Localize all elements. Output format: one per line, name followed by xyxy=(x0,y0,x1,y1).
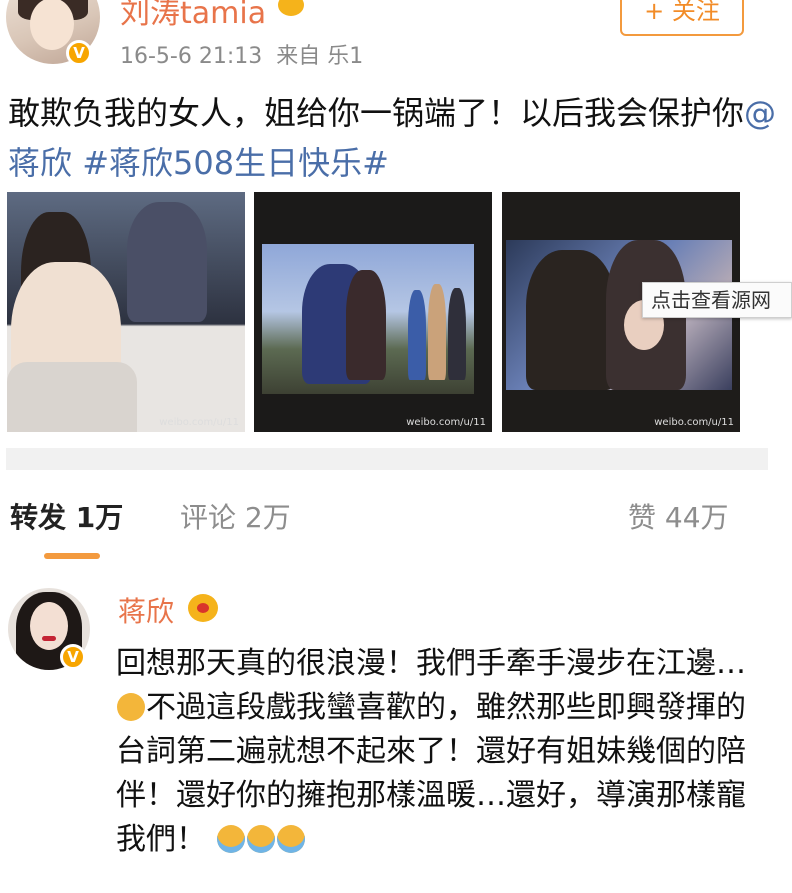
comment-author-name[interactable]: 蒋欣 xyxy=(118,590,174,630)
tab-comment[interactable]: 评论 2万 xyxy=(180,496,291,536)
tab-forward[interactable]: 转发 1万 xyxy=(10,496,123,536)
figure-shape xyxy=(7,362,137,432)
active-tab-indicator xyxy=(44,553,100,559)
sleepy-emoji-icon xyxy=(117,693,145,721)
post-image-1[interactable]: weibo.com/u/11 xyxy=(7,192,245,432)
avatar-face xyxy=(30,602,68,650)
view-source-tooltip[interactable]: 点击查看源网 xyxy=(642,282,792,318)
figure-shape xyxy=(127,202,207,322)
comment-text-part1: 回想那天真的很浪漫！我們手牽手漫步在江邊… xyxy=(116,646,746,681)
avatar-lips xyxy=(42,636,56,641)
figure-shape xyxy=(526,250,616,390)
crying-emoji-icon xyxy=(246,825,275,853)
post-image-2[interactable]: weibo.com/u/11 xyxy=(254,192,492,432)
figure-shape xyxy=(448,288,466,380)
post-source: 来自 乐1 xyxy=(276,44,364,69)
crying-emoji-icon xyxy=(216,825,245,853)
image-watermark: weibo.com/u/11 xyxy=(159,417,239,428)
hashtag-link[interactable]: #蒋欣508生日快乐# xyxy=(72,144,389,182)
figure-shape xyxy=(408,290,426,380)
post-text-main: 敢欺负我的女人，姐给你一锅端了！以后我会保护你 xyxy=(8,94,745,132)
follow-button[interactable]: + 关注 xyxy=(620,0,744,36)
post-text: 敢欺负我的女人，姐给你一锅端了！以后我会保护你@蒋欣 #蒋欣508生日快乐# xyxy=(8,88,778,188)
tv-screen xyxy=(262,244,474,394)
figure-shape xyxy=(346,270,386,380)
crown-icon xyxy=(188,594,218,622)
comment-text: 回想那天真的很浪漫！我們手牽手漫步在江邊… 不過這段戲我蠻喜歡的，雖然那些即興發揮… xyxy=(116,642,756,862)
section-divider xyxy=(6,448,768,470)
comment-text-part2: 不過這段戲我蠻喜歡的，雖然那些即興發揮的台詞第二遍就想不起來了！還好有姐妹幾個的… xyxy=(116,690,746,857)
post-author-name[interactable]: 刘涛tamia xyxy=(120,0,266,32)
verified-icon: V xyxy=(66,40,92,66)
image-watermark: weibo.com/u/11 xyxy=(406,417,486,428)
post-meta: 16-5-6 21:13 来自 乐1 xyxy=(120,38,363,70)
post-timestamp: 16-5-6 21:13 xyxy=(120,44,263,69)
crown-icon xyxy=(278,0,304,16)
crying-emoji-icon xyxy=(276,825,305,853)
verified-icon: V xyxy=(60,644,86,670)
image-watermark: weibo.com/u/11 xyxy=(654,417,734,428)
figure-shape xyxy=(428,284,446,380)
tab-like[interactable]: 赞 44万 xyxy=(628,496,729,536)
avatar-face xyxy=(30,0,74,50)
